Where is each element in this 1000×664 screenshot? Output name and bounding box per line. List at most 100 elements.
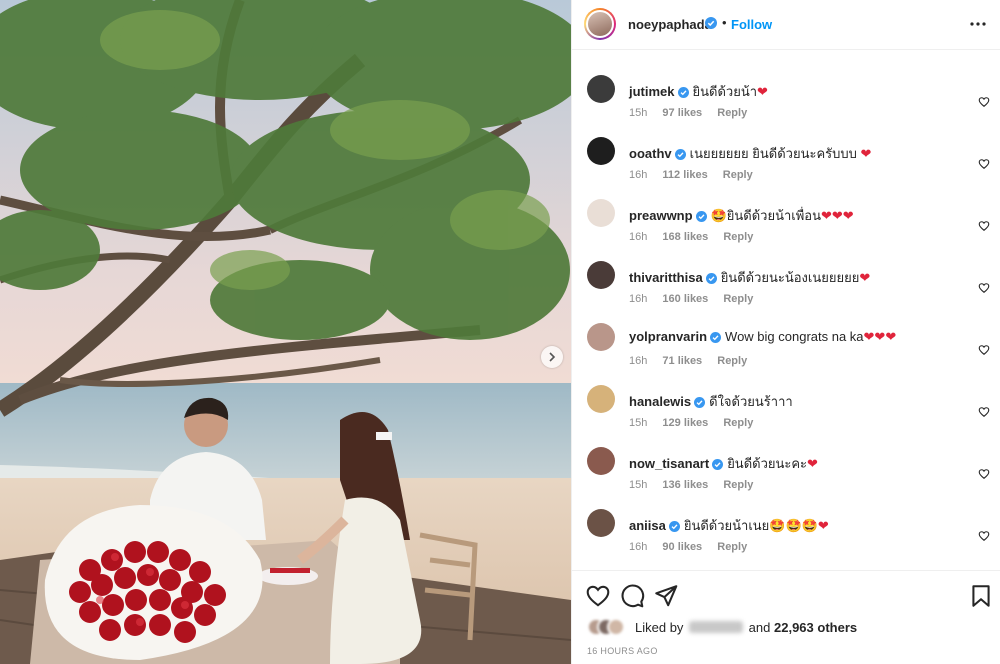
comment-body: jutimek ยินดีด้วยน้า❤ xyxy=(629,81,768,102)
comment-time[interactable]: 16h xyxy=(629,231,647,243)
comment-row: thivaritthisa ยินดีด้วยนะน้องเนยยยยย❤ 16h… xyxy=(572,251,1000,313)
comment-body: yolpranvarin Wow big congrats na ka❤❤❤ xyxy=(629,329,896,345)
reply-button[interactable]: Reply xyxy=(723,293,753,305)
comment-time[interactable]: 16h xyxy=(629,355,647,367)
comment-time[interactable]: 16h xyxy=(629,169,647,181)
comment-time[interactable]: 16h xyxy=(629,293,647,305)
likes-prefix: Liked by xyxy=(635,620,684,635)
next-photo-button[interactable] xyxy=(541,346,563,368)
comment-like-heart-icon[interactable] xyxy=(978,468,990,480)
comment-username[interactable]: preawwnp xyxy=(629,208,693,223)
reply-button[interactable]: Reply xyxy=(723,231,753,243)
comment-meta: 16h 71 likes Reply xyxy=(629,355,759,367)
comment-emoji: ❤ xyxy=(860,147,872,162)
comment-username[interactable]: thivaritthisa xyxy=(629,270,703,285)
comment-text: ยินดีด้วยน้า xyxy=(692,84,758,99)
follow-button[interactable]: Follow xyxy=(731,17,772,32)
comment-time[interactable]: 15h xyxy=(629,417,647,429)
comment-username[interactable]: aniisa xyxy=(629,518,666,533)
comment-likes[interactable]: 97 likes xyxy=(662,107,702,119)
comment-emoji: 🤩🤩🤩❤ xyxy=(769,519,829,534)
comment-row: aniisa ยินดีด้วยน้าเนย🤩🤩🤩❤ 16h 90 likes R… xyxy=(572,499,1000,561)
comment-meta: 15h 129 likes Reply xyxy=(629,417,765,429)
comment-row: preawwnp 🤩ยินดีด้วยน้าเพื่อน❤❤❤ 16h 168 l… xyxy=(572,189,1000,251)
reply-button[interactable]: Reply xyxy=(723,417,753,429)
comment-avatar[interactable] xyxy=(587,509,615,537)
comment-text: เนยยยยยย ยินดีด้วยนะครับบบ xyxy=(689,146,861,161)
verified-badge-icon xyxy=(695,211,707,222)
comment-time[interactable]: 15h xyxy=(629,107,647,119)
comment-avatar[interactable] xyxy=(587,261,615,289)
author-avatar[interactable] xyxy=(584,8,616,40)
comment-likes[interactable]: 136 likes xyxy=(662,479,708,491)
comment-time[interactable]: 15h xyxy=(629,479,647,491)
comment-likes[interactable]: 90 likes xyxy=(662,541,702,553)
comment-body: now_tisanart ยินดีด้วยนะคะ❤ xyxy=(629,453,818,474)
comment-avatar[interactable] xyxy=(587,137,615,165)
comment-body: preawwnp 🤩ยินดีด้วยน้าเพื่อน❤❤❤ xyxy=(629,205,854,226)
post-side-panel: noeypaphada • Follow jutimek ยินดีด้วยน้า… xyxy=(571,0,1000,664)
bookmark-icon[interactable] xyxy=(968,583,994,609)
more-options-button[interactable] xyxy=(968,14,988,34)
comment-avatar[interactable] xyxy=(587,447,615,475)
beach-dinner-photo xyxy=(0,0,571,664)
comment-like-heart-icon[interactable] xyxy=(978,158,990,170)
reply-button[interactable]: Reply xyxy=(717,541,747,553)
reply-button[interactable]: Reply xyxy=(723,479,753,491)
post-header: noeypaphada • Follow xyxy=(572,0,1000,50)
comment-row: hanalewis ดีใจด้วยนร้าาา 15h 129 likes Re… xyxy=(572,375,1000,437)
comment-likes[interactable]: 168 likes xyxy=(662,231,708,243)
comment-like-heart-icon[interactable] xyxy=(978,96,990,108)
reply-button[interactable]: Reply xyxy=(717,355,747,367)
comment-row: now_tisanart ยินดีด้วยนะคะ❤ 15h 136 likes… xyxy=(572,437,1000,499)
comment-icon[interactable] xyxy=(619,583,645,609)
comment-likes[interactable]: 112 likes xyxy=(662,169,707,181)
comment-body: hanalewis ดีใจด้วยนร้าาา xyxy=(629,391,793,412)
comment-meta: 16h 90 likes Reply xyxy=(629,541,759,553)
heart-icon[interactable] xyxy=(585,583,611,609)
comment-meta: 15h 136 likes Reply xyxy=(629,479,765,491)
comment-like-heart-icon[interactable] xyxy=(978,220,990,232)
verified-badge-icon xyxy=(674,149,686,160)
liker-avatars xyxy=(587,618,627,636)
comment-time[interactable]: 16h xyxy=(629,541,647,553)
send-icon[interactable] xyxy=(653,583,679,609)
author-username[interactable]: noeypaphada xyxy=(628,17,712,32)
comment-username[interactable]: now_tisanart xyxy=(629,456,709,471)
comment-body: thivaritthisa ยินดีด้วยนะน้องเนยยยยย❤ xyxy=(629,267,870,288)
comment-avatar[interactable] xyxy=(587,199,615,227)
reply-button[interactable]: Reply xyxy=(717,107,747,119)
comment-emoji: ❤ xyxy=(859,271,871,286)
likes-others-count[interactable]: 22,963 others xyxy=(774,620,857,635)
likes-connector: and xyxy=(748,620,771,635)
comment-avatar[interactable] xyxy=(587,385,615,413)
verified-badge-icon xyxy=(710,332,722,343)
comment-meta: 16h 160 likes Reply xyxy=(629,293,765,305)
comment-username[interactable]: hanalewis xyxy=(629,394,691,409)
comment-username[interactable]: yolpranvarin xyxy=(629,329,707,344)
comment-avatar[interactable] xyxy=(587,323,615,351)
comment-likes[interactable]: 71 likes xyxy=(662,355,702,367)
comment-like-heart-icon[interactable] xyxy=(978,530,990,542)
comment-avatar[interactable] xyxy=(587,75,615,103)
comment-like-heart-icon[interactable] xyxy=(978,344,990,356)
comment-likes[interactable]: 129 likes xyxy=(662,417,708,429)
comment-likes[interactable]: 160 likes xyxy=(662,293,708,305)
verified-badge-icon xyxy=(677,87,689,98)
comment-username[interactable]: jutimek xyxy=(629,84,675,99)
post-timestamp[interactable]: 16 HOURS AGO xyxy=(587,646,658,656)
comment-meta: 16h 112 likes Reply xyxy=(629,169,765,181)
comment-like-heart-icon[interactable] xyxy=(978,406,990,418)
comment-text: ยินดีด้วยนะคะ xyxy=(727,456,808,471)
reply-button[interactable]: Reply xyxy=(723,169,753,181)
comment-username[interactable]: ooathv xyxy=(629,146,672,161)
comment-row: yolpranvarin Wow big congrats na ka❤❤❤ 16… xyxy=(572,313,1000,375)
verified-badge-icon xyxy=(668,521,680,532)
more-horizontal-icon xyxy=(970,22,986,26)
verified-badge-icon xyxy=(694,397,706,408)
comment-like-heart-icon[interactable] xyxy=(978,282,990,294)
chevron-right-icon xyxy=(549,352,556,362)
comment-row: jutimek ยินดีด้วยน้า❤ 15h 97 likes Reply xyxy=(572,65,1000,127)
blurred-liker-name[interactable] xyxy=(689,621,744,633)
comment-lead-emoji: 🤩 xyxy=(710,209,727,224)
